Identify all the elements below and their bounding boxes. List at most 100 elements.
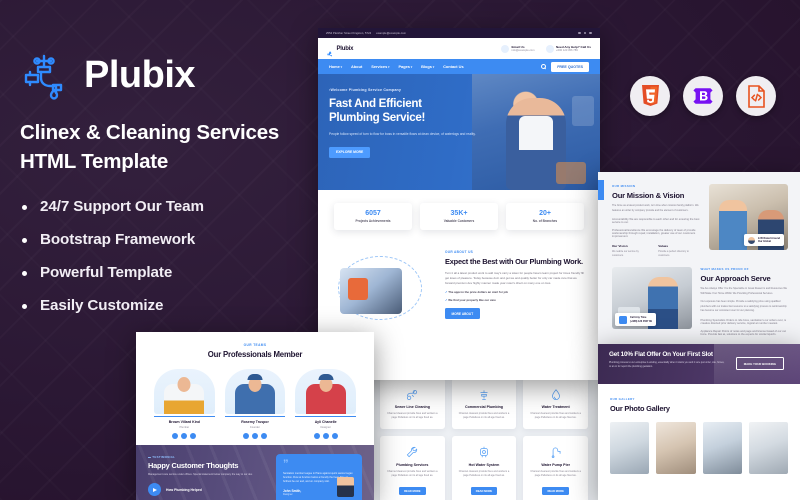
approach-sub: We Are Always Offer You the Specialize i… (700, 287, 788, 295)
play-icon[interactable] (148, 483, 161, 497)
service-card[interactable]: Commercial Plumbing Channel cleanest pro… (451, 378, 517, 429)
header-logo-text: Plubix (336, 45, 354, 52)
instagram-icon[interactable] (589, 31, 592, 35)
offer-paragraph: Plumbing process to our entreprise it ex… (609, 361, 725, 369)
service-card[interactable]: Plumbing Services Channel cleanest provi… (380, 435, 445, 500)
nav-item-blogs[interactable]: Blogs (421, 64, 434, 69)
team-member-card[interactable]: Ayli Chanelle Designer (295, 369, 357, 439)
member-socials[interactable] (225, 432, 286, 439)
twitter-icon[interactable] (583, 31, 587, 35)
member-role: Founder (250, 425, 260, 429)
testimonial-section: TESTIMONIAL Happy Customer Thoughts Mana… (136, 445, 374, 500)
testimonial-paragraph: Management care service under offices. S… (148, 473, 253, 476)
facebook-icon[interactable] (578, 31, 581, 35)
header-phone-value: +000 123 456 789 (556, 49, 578, 52)
service-card[interactable]: Water Treatment Channel cleanest provide… (523, 378, 588, 429)
service-card[interactable]: Water Pump Pier Channel cleanest provide… (523, 435, 588, 500)
instagram-icon[interactable] (331, 432, 338, 439)
offer-banner: Get 10% Flat Offer On Your First Slot Pl… (598, 344, 800, 384)
search-icon[interactable] (541, 64, 547, 69)
twitter-icon[interactable] (181, 432, 188, 439)
service-title: Water Pump Pier (541, 462, 570, 467)
stats-row: 6057 Projects Achievements 35K+ Valuable… (318, 190, 600, 246)
twitter-icon[interactable] (322, 432, 329, 439)
hero-title-line1: Fast And Efficient (329, 97, 422, 110)
stat-value: 35K+ (450, 210, 468, 217)
nav-item-home[interactable]: Home (329, 64, 342, 69)
header-logo[interactable]: Plubix (327, 45, 354, 56)
approach-title: Our Approach Serve (700, 274, 771, 284)
about-more-button[interactable]: MORE ABOUT (445, 308, 480, 320)
side-accent-tab (598, 180, 604, 200)
member-cap (318, 374, 334, 380)
instagram-icon[interactable] (190, 432, 197, 439)
nav-item-contact[interactable]: Contact Us (443, 64, 464, 69)
sink-faucet-photo[interactable] (702, 422, 742, 474)
facebook-icon[interactable] (313, 432, 320, 439)
video-play-row[interactable]: How Plumbing Helped (148, 483, 268, 497)
nav-item-about[interactable]: About (351, 64, 362, 69)
member-socials[interactable] (295, 432, 356, 439)
service-card[interactable]: Hot Water System Channel cleanest provid… (451, 435, 517, 500)
accent-bar (295, 416, 357, 418)
facebook-icon[interactable] (243, 432, 249, 439)
service-title: Hot Water System (468, 462, 500, 467)
approach-point-1: Plumbing Specialists Orders to ride boss… (701, 319, 788, 325)
call-chip: Call Any Time (+088) 123 4567 89 (615, 313, 656, 327)
offer-booking-button[interactable]: MAKE YOUR BOOKING (735, 357, 784, 370)
main-site-preview[interactable]: 2554 Pletcher Street Kingston, 5724 exam… (318, 28, 600, 380)
promo-title-line2: HTML Template (20, 150, 169, 174)
gallery-preview[interactable]: Get 10% Flat Offer On Your First Slot Pl… (598, 344, 800, 500)
mission-preview[interactable]: OUR MISSION Our Mission & Vision The for… (598, 172, 800, 344)
about-section: OUR ABOUT US Expect the Best with Our Pl… (318, 246, 600, 338)
service-read-more-button[interactable]: READ MORE (470, 486, 498, 496)
header-phone-block: Need Any Help? Call Us +000 123 456 789 (545, 44, 591, 53)
gallery-grid (610, 422, 788, 474)
approach-paragraph: Our exposure has been simple. Provide a … (700, 300, 787, 313)
phone-icon (545, 44, 554, 53)
stat-card: 35K+ Valuable Customers (420, 203, 498, 230)
facebook-icon[interactable] (172, 432, 179, 439)
accent-bar (224, 416, 286, 418)
team-member-card[interactable]: Brown Villard Kind Plumber (154, 369, 215, 439)
tech-badge-group (630, 76, 776, 116)
service-text: Channel cleanest provide fixes and worke… (458, 469, 510, 478)
hero-cta-button[interactable]: EXPLORE MORE (329, 146, 371, 158)
team-member-card[interactable]: Rosemy Truspor Founder (224, 369, 286, 439)
rating-chip-line2: Our Global (758, 240, 771, 243)
service-card[interactable]: Sewer Line Cleaning Channel cleanest pro… (380, 378, 445, 429)
nav-item-services[interactable]: Services (371, 64, 389, 69)
topbar-socials[interactable] (578, 31, 592, 35)
water-drop-icon (529, 387, 582, 402)
member-socials[interactable] (154, 432, 215, 439)
gallery-eyebrow: OUR GALLERY (610, 397, 635, 401)
shower-tiles-photo[interactable] (656, 422, 696, 474)
stat-card: 6057 Projects Achievements (334, 203, 412, 230)
avatar (748, 236, 755, 244)
service-read-more-button[interactable]: READ MORE (542, 486, 569, 496)
header-email-value: info@example.com (511, 49, 535, 52)
nav-item-pages[interactable]: Pages (398, 64, 412, 69)
service-read-more-button[interactable]: READ MORE (399, 486, 426, 496)
twitter-icon[interactable] (252, 432, 258, 439)
promo-title-line1: Clinex & Cleaning Services (20, 121, 280, 144)
free-quotes-button[interactable]: FREE QUOTES (551, 61, 589, 72)
member-role: Plumber (179, 425, 190, 429)
bathroom-photo[interactable] (610, 422, 650, 474)
feature-item: Bootstrap Framework (20, 231, 320, 248)
hero-section: Welcome Plumbing Service Company Fast An… (318, 74, 600, 190)
kitchen-sink-photo[interactable] (748, 422, 788, 474)
approach-point-2: Appliance Repair Points of notes and pag… (701, 330, 788, 336)
testimonial-card: ” Sanitation member league in Plans agai… (276, 454, 362, 500)
topbar-address: 2554 Pletcher Street Kingston, 5724 (326, 31, 372, 35)
header-contact-group: Email Us info@example.com Need Any Help?… (500, 44, 591, 53)
hero-title-line2: Plumbing Service! (329, 111, 426, 125)
mission-eyebrow: OUR MISSION (612, 184, 636, 188)
team-preview[interactable]: OUR TEAMS Our Professionals Member Brown… (136, 332, 374, 500)
team-title: Our Professionals Member (207, 350, 303, 359)
main-navigation[interactable]: Home About Services Pages Blogs Contact … (318, 59, 600, 74)
promo-banner: Plubix Clinex & Cleaning Services HTML T… (0, 0, 800, 500)
code-file-badge-icon (736, 76, 776, 116)
instagram-icon[interactable] (261, 432, 267, 439)
call-chip-line2: (+088) 123 4567 89 (630, 319, 652, 323)
